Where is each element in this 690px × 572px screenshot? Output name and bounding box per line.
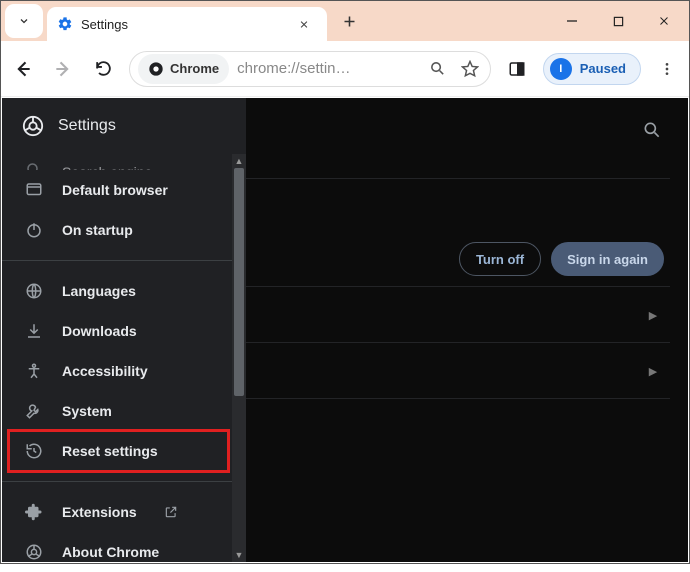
kebab-icon: [659, 61, 675, 77]
scroll-up-button[interactable]: ▲: [232, 154, 246, 168]
window-controls: [549, 1, 687, 41]
chevron-down-icon: [18, 15, 30, 27]
wrench-icon: [24, 401, 44, 421]
sidebar-item-about-chrome[interactable]: About Chrome: [2, 532, 246, 572]
sidebar-separator: [2, 260, 246, 261]
restore-icon: [24, 441, 44, 461]
side-panel-button[interactable]: [503, 55, 531, 83]
panel-separator: [246, 342, 670, 343]
site-chip[interactable]: Chrome: [138, 54, 229, 84]
turn-off-button[interactable]: Turn off: [459, 242, 541, 276]
bookmark-button[interactable]: [458, 57, 482, 81]
plus-icon: [342, 14, 357, 29]
sidebar-item-label: Default browser: [62, 182, 168, 198]
sidebar-item-downloads[interactable]: Downloads: [2, 311, 246, 351]
profile-chip[interactable]: I Paused: [543, 53, 641, 85]
settings-gear-icon: [57, 16, 73, 32]
browser-icon: [24, 180, 44, 200]
reload-button[interactable]: [89, 55, 117, 83]
app-menu-button[interactable]: [653, 55, 681, 83]
panel-separator: [246, 286, 670, 287]
magnifier-icon: [429, 60, 446, 77]
accessibility-icon: [24, 361, 44, 381]
settings-search-button[interactable]: [640, 118, 664, 142]
site-chip-label: Chrome: [170, 61, 219, 76]
sidebar-item-label: Extensions: [62, 504, 137, 520]
forward-button[interactable]: [49, 55, 77, 83]
sidebar-item-search-engine[interactable]: Search engine: [2, 154, 246, 170]
profile-status-label: Paused: [580, 61, 626, 76]
browser-tab[interactable]: Settings: [47, 7, 327, 41]
sidebar-item-on-startup[interactable]: On startup: [2, 210, 246, 250]
close-icon: [299, 19, 309, 30]
sidebar-title: Settings: [58, 117, 116, 135]
sidebar-item-label: Reset settings: [62, 443, 158, 459]
search-icon: [24, 160, 44, 170]
browser-toolbar: Chrome chrome://settin… I Paused: [1, 41, 689, 97]
sidebar-scrollbar[interactable]: ▲ ▼: [232, 154, 246, 562]
sidebar-item-accessibility[interactable]: Accessibility: [2, 351, 246, 391]
arrow-left-icon: [13, 59, 33, 79]
power-icon: [24, 220, 44, 240]
sidebar-item-label: Accessibility: [62, 363, 148, 379]
scroll-down-button[interactable]: ▼: [232, 548, 246, 562]
url-text: chrome://settin…: [237, 60, 418, 77]
window-titlebar: Settings: [1, 1, 689, 41]
scroll-thumb[interactable]: [234, 168, 244, 396]
sidebar-header: Settings: [2, 98, 246, 154]
download-icon: [24, 321, 44, 341]
chrome-logo-icon: [22, 115, 44, 137]
chrome-icon: [148, 61, 164, 77]
sidebar-item-default-browser[interactable]: Default browser: [2, 170, 246, 210]
extension-icon: [24, 502, 44, 522]
close-window-button[interactable]: [641, 1, 687, 41]
maximize-icon: [613, 16, 624, 27]
sidebar-item-label: Downloads: [62, 323, 137, 339]
tabs-dropdown-button[interactable]: [5, 4, 43, 38]
sidebar-item-label: On startup: [62, 222, 133, 238]
sidebar-item-label: About Chrome: [62, 544, 159, 560]
sidebar-item-label: Search engine: [62, 164, 152, 170]
panel-separator: [246, 398, 670, 399]
sync-button-row: Turn off Sign in again: [459, 242, 664, 276]
sidebar-item-label: System: [62, 403, 112, 419]
tab-close-button[interactable]: [299, 15, 317, 33]
sidebar-item-label: Languages: [62, 283, 136, 299]
panel-icon: [508, 60, 526, 78]
row-expand-arrow[interactable]: ▶: [648, 310, 658, 320]
sidebar-list: Search engine Default browser On startup…: [2, 154, 246, 572]
arrow-right-icon: [53, 59, 73, 79]
panel-separator: [246, 178, 670, 179]
settings-sidebar: Settings Search engine Default browser O…: [2, 98, 246, 562]
tab-title: Settings: [81, 17, 299, 32]
sidebar-item-languages[interactable]: Languages: [2, 271, 246, 311]
omnibox[interactable]: Chrome chrome://settin…: [129, 51, 491, 87]
row-expand-arrow[interactable]: ▶: [648, 366, 658, 376]
zoom-button[interactable]: [426, 57, 450, 81]
maximize-button[interactable]: [595, 1, 641, 41]
sidebar-item-system[interactable]: System: [2, 391, 246, 431]
close-icon: [658, 15, 670, 27]
sign-in-again-button[interactable]: Sign in again: [551, 242, 664, 276]
new-tab-button[interactable]: [335, 7, 363, 35]
sidebar-item-extensions[interactable]: Extensions: [2, 492, 246, 532]
back-button[interactable]: [9, 55, 37, 83]
settings-main-panel: Turn off Sign in again ▶ ▶: [246, 98, 688, 562]
search-icon: [642, 120, 662, 140]
globe-icon: [24, 281, 44, 301]
external-link-icon: [163, 504, 179, 520]
profile-avatar: I: [550, 58, 572, 80]
minimize-icon: [566, 15, 578, 27]
sidebar-item-reset-settings[interactable]: Reset settings: [2, 431, 246, 471]
sidebar-separator: [2, 481, 246, 482]
page-content: Settings Search engine Default browser O…: [2, 98, 688, 562]
reload-icon: [94, 59, 113, 78]
star-icon: [461, 60, 479, 78]
chrome-icon: [24, 542, 44, 562]
minimize-button[interactable]: [549, 1, 595, 41]
